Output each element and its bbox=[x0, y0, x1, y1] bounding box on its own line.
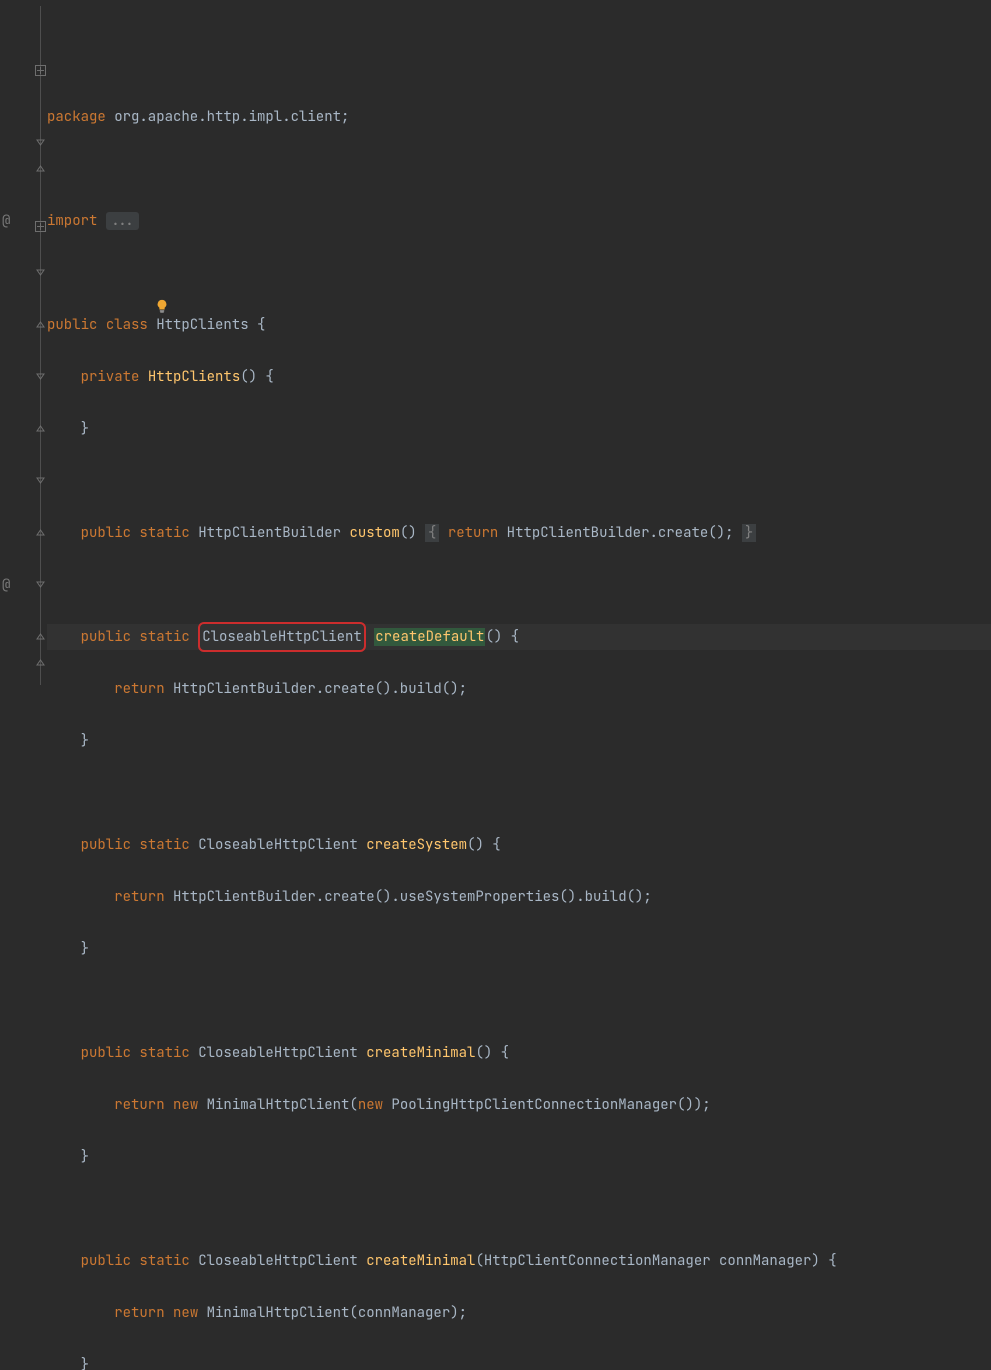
code-editor[interactable]: @ @ bbox=[0, 0, 991, 685]
fold-up-icon[interactable] bbox=[36, 528, 45, 537]
code-line[interactable]: } bbox=[47, 936, 991, 962]
fold-up-icon[interactable] bbox=[36, 320, 45, 329]
code-line[interactable]: } bbox=[47, 1352, 991, 1370]
override-gutter-icon[interactable]: @ bbox=[2, 572, 10, 598]
highlighted-type[interactable]: CloseableHttpClient bbox=[198, 622, 366, 652]
code-line[interactable]: public class HttpClients { bbox=[47, 312, 991, 338]
code-line[interactable]: package org.apache.http.impl.client; bbox=[47, 104, 991, 130]
code-line[interactable] bbox=[47, 988, 991, 1014]
code-line[interactable] bbox=[47, 156, 991, 182]
code-line[interactable]: } bbox=[47, 416, 991, 442]
code-line[interactable]: return HttpClientBuilder.create().build(… bbox=[47, 676, 991, 702]
fold-up-icon[interactable] bbox=[36, 164, 45, 173]
code-line[interactable]: } bbox=[47, 1144, 991, 1170]
code-line[interactable] bbox=[47, 468, 991, 494]
fold-down-icon[interactable] bbox=[36, 372, 45, 381]
fold-down-icon[interactable] bbox=[36, 138, 45, 147]
code-line[interactable] bbox=[47, 572, 991, 598]
override-gutter-icon[interactable]: @ bbox=[2, 208, 10, 234]
fold-up-icon[interactable] bbox=[36, 658, 45, 667]
fold-down-icon[interactable] bbox=[36, 268, 45, 277]
fold-plus-icon[interactable] bbox=[35, 59, 46, 70]
code-line[interactable] bbox=[47, 780, 991, 806]
code-line[interactable]: } bbox=[47, 728, 991, 754]
fold-up-icon[interactable] bbox=[36, 424, 45, 433]
folded-region[interactable]: ... bbox=[106, 212, 139, 230]
code-line[interactable]: public static CloseableHttpClient create… bbox=[47, 832, 991, 858]
code-line[interactable] bbox=[47, 1196, 991, 1222]
code-line[interactable]: private HttpClients() { bbox=[47, 364, 991, 390]
code-line[interactable]: return HttpClientBuilder.create().useSys… bbox=[47, 884, 991, 910]
code-line-current[interactable]: public static CloseableHttpClient create… bbox=[47, 624, 991, 650]
gutter: @ @ bbox=[0, 0, 47, 685]
fold-up-icon[interactable] bbox=[36, 632, 45, 641]
fold-plus-icon[interactable] bbox=[35, 215, 46, 226]
fold-down-icon[interactable] bbox=[36, 476, 45, 485]
code-line[interactable]: import ... bbox=[47, 208, 991, 234]
code-line[interactable]: public static CloseableHttpClient create… bbox=[47, 1248, 991, 1274]
fold-down-icon[interactable] bbox=[36, 580, 45, 589]
code-line[interactable] bbox=[47, 260, 991, 286]
code-line[interactable]: public static HttpClientBuilder custom()… bbox=[47, 520, 991, 546]
code-line[interactable]: return new MinimalHttpClient(connManager… bbox=[47, 1300, 991, 1326]
code-area[interactable]: package org.apache.http.impl.client; imp… bbox=[47, 0, 991, 685]
code-line[interactable]: return new MinimalHttpClient(new Pooling… bbox=[47, 1092, 991, 1118]
code-line[interactable]: public static CloseableHttpClient create… bbox=[47, 1040, 991, 1066]
